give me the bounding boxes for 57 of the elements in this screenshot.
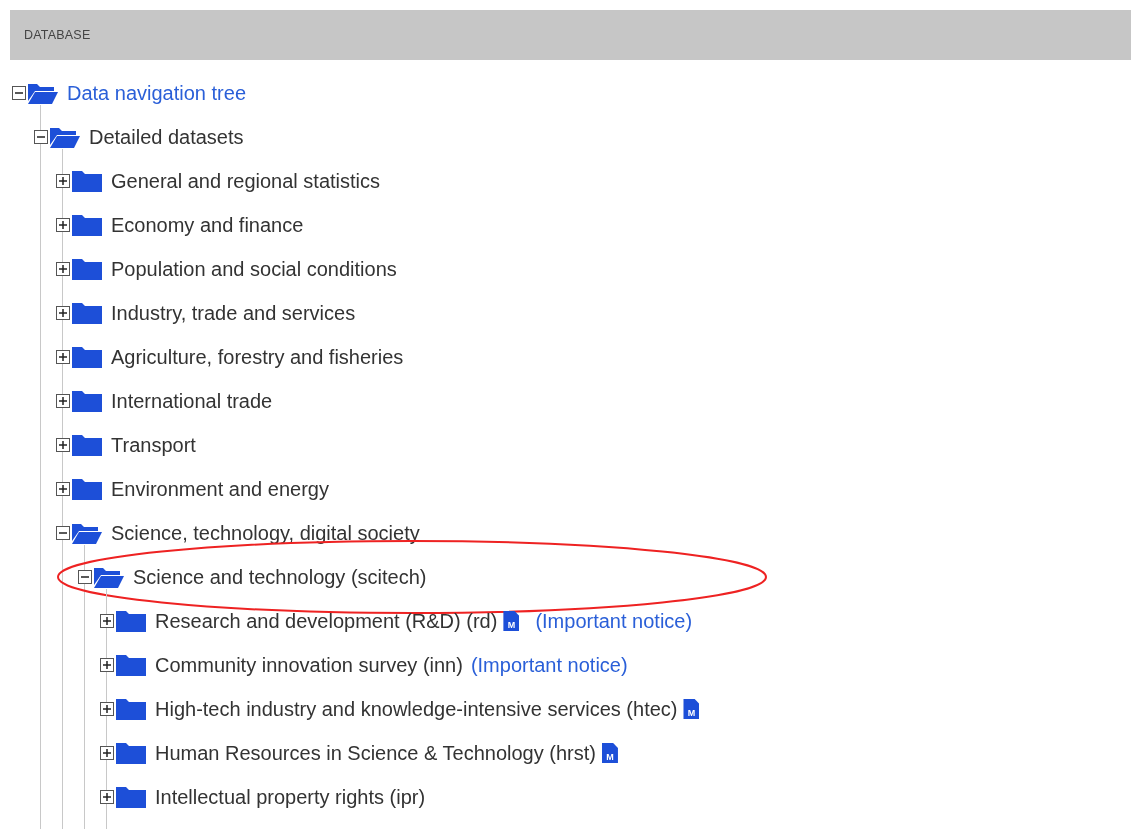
open-folder-icon <box>27 81 59 105</box>
expand-toggle[interactable] <box>56 482 70 496</box>
folder-icon <box>115 741 147 765</box>
tree-item[interactable]: Science and technology (scitech) <box>133 565 427 589</box>
expand-toggle[interactable] <box>56 438 70 452</box>
folder-icon <box>71 389 103 413</box>
folder-icon <box>71 345 103 369</box>
folder-icon <box>115 785 147 809</box>
tree-item[interactable]: High-tech industry and knowledge-intensive services (htec) <box>155 697 678 721</box>
expand-toggle[interactable] <box>100 790 114 804</box>
expand-toggle[interactable] <box>56 306 70 320</box>
folder-icon <box>71 213 103 237</box>
tree-item[interactable]: Environment and energy <box>111 477 329 501</box>
notice-link[interactable]: (Important notice) <box>470 653 628 677</box>
folder-icon <box>71 433 103 457</box>
notice-link[interactable]: (Important notice) <box>535 609 693 633</box>
tree-link[interactable]: Data navigation tree <box>67 81 246 105</box>
tree-item[interactable]: Intellectual property rights (ipr) <box>155 785 426 809</box>
folder-icon <box>115 653 147 677</box>
tree-item[interactable]: Human Resources in Science & Technology (hrst) <box>155 741 596 765</box>
folder-icon <box>71 477 103 501</box>
tree-item[interactable]: Transport <box>111 433 196 457</box>
folder-icon <box>71 257 103 281</box>
tree-item[interactable]: Science, technology, digital society <box>111 521 420 545</box>
tree-item[interactable]: General and regional statistics <box>111 169 381 193</box>
tree-item[interactable]: Agriculture, forestry and fisheries <box>111 345 404 369</box>
tree-item[interactable]: Community innovation survey (inn) <box>155 653 463 677</box>
tree-item[interactable]: Detailed datasets <box>89 125 244 149</box>
folder-icon <box>115 697 147 721</box>
expand-toggle[interactable] <box>56 350 70 364</box>
expand-toggle[interactable] <box>56 394 70 408</box>
open-folder-icon <box>49 125 81 149</box>
collapse-toggle[interactable] <box>34 130 48 144</box>
expand-toggle[interactable] <box>100 746 114 760</box>
metadata-icon[interactable]: M <box>601 743 618 763</box>
folder-icon <box>71 301 103 325</box>
tree-item[interactable]: Industry, trade and services <box>111 301 356 325</box>
open-folder-icon <box>71 521 103 545</box>
folder-icon <box>71 169 103 193</box>
tree-item[interactable]: Population and social conditions <box>111 257 397 281</box>
tree-item[interactable]: Economy and finance <box>111 213 304 237</box>
metadata-icon[interactable]: M <box>683 699 700 719</box>
expand-toggle[interactable] <box>100 702 114 716</box>
expand-toggle[interactable] <box>56 218 70 232</box>
expand-toggle[interactable] <box>56 262 70 276</box>
metadata-icon[interactable]: M <box>503 611 520 631</box>
collapse-toggle[interactable] <box>78 570 92 584</box>
expand-toggle[interactable] <box>56 174 70 188</box>
header-title: DATABASE <box>24 28 91 42</box>
open-folder-icon <box>93 565 125 589</box>
tree-item[interactable]: International trade <box>111 389 273 413</box>
expand-toggle[interactable] <box>100 658 114 672</box>
collapse-toggle[interactable] <box>56 526 70 540</box>
expand-toggle[interactable] <box>100 614 114 628</box>
tree-item[interactable]: Research and development (R&D) (rd) <box>155 609 498 633</box>
folder-icon <box>115 609 147 633</box>
collapse-toggle[interactable] <box>12 86 26 100</box>
